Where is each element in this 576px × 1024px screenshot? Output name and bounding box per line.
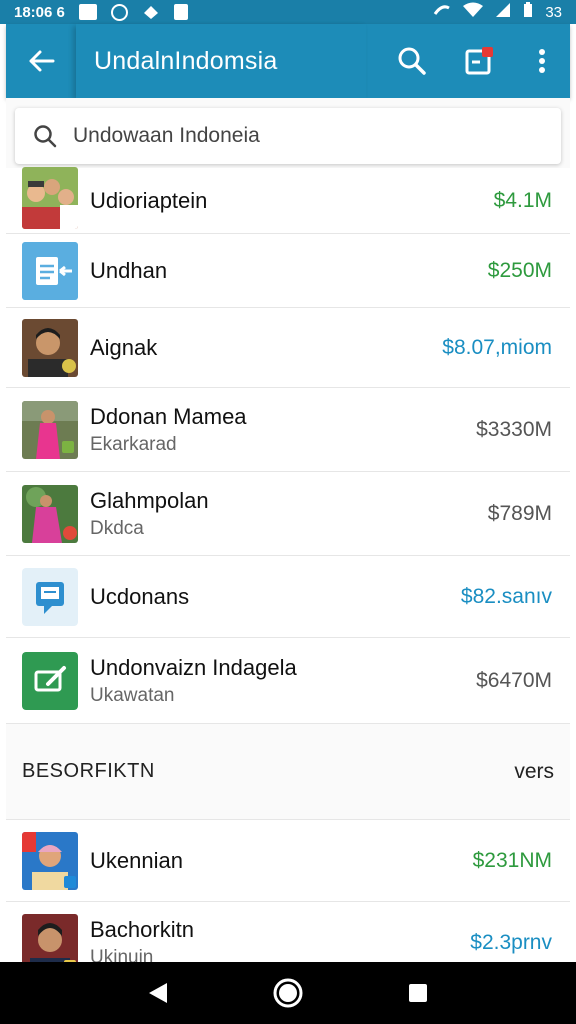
item-subtitle: Ukawatan [90,684,175,706]
item-name: Aignak [90,334,158,360]
edit-app-icon [22,651,78,710]
list-item[interactable]: Aignak $8.07,miom [6,308,570,388]
person-photo-thumbnail [22,913,78,962]
signal-icon [495,2,511,22]
item-subtitle: Dkdca [90,517,144,539]
list-item[interactable]: Undonvaizn Indagela Ukawatan $6470M [6,638,570,724]
more-vert-icon [539,49,545,73]
notes-icon [465,47,493,75]
person-photo-thumbnail [22,400,78,459]
photo-notification-icon [173,4,188,20]
item-value: $231NM [472,848,552,872]
wifi-icon [463,2,484,22]
app-bar: UndalnIndomsia [6,24,570,98]
content-area: Undowaan Indoneia Udioriaptein $4.1M Und… [6,98,570,962]
list-item[interactable]: Udioriaptein $4.1M [6,166,570,234]
nav-home-button[interactable] [223,962,353,1024]
notes-button[interactable] [446,24,514,98]
app-notification-icon [110,3,128,21]
search-icon [34,125,57,148]
chat-document-app-icon [22,567,78,626]
item-value: $8.07,miom [442,335,552,359]
list-item[interactable]: Ddonan Mamea Ekarkarad $3330M [6,388,570,472]
search-button[interactable] [378,24,446,98]
triangle-back-icon [149,983,167,1003]
person-photo-thumbnail [22,318,78,377]
item-name: Ddonan Mamea [90,403,247,429]
nav-back-button[interactable] [93,962,223,1024]
search-text: Undowaan Indoneia [73,124,260,147]
status-bar: 18:06 6 33 [0,0,576,24]
results-list: Udioriaptein $4.1M Undhan $250M Aignak $… [6,166,570,962]
square-recents-icon [409,984,427,1002]
group-photo-thumbnail [22,166,78,229]
item-subtitle: Ekarkarad [90,433,177,455]
item-name: Ucdonans [90,583,190,609]
item-name: Glahmpolan [90,487,209,513]
status-time: 18:06 6 [14,3,65,21]
battery-icon [523,2,533,22]
list-item[interactable]: Glahmpolan Dkdca $789M [6,472,570,556]
item-value: $3330M [476,417,552,441]
battery-level: 33 [545,3,562,21]
notification-icon [78,4,97,20]
list-item[interactable]: Undhan $250M [6,234,570,308]
list-item[interactable]: Ucdonans $82.sanıv [6,556,570,638]
item-value: $4.1M [493,188,552,212]
arrow-left-icon [29,50,55,72]
title-container: UndalnIndomsia [76,24,366,98]
search-icon [398,47,426,75]
search-field[interactable]: Undowaan Indoneia [15,108,561,164]
sync-icon [433,2,451,22]
list-item[interactable]: Ukennian $231NM [6,820,570,902]
item-name: Udioriaptein [90,187,208,213]
item-value: $6470M [476,668,552,692]
person-photo-thumbnail [22,831,78,890]
page-title: UndalnIndomsia [94,46,278,75]
section-header: BESORFIKTN vers [6,724,570,820]
item-name: Bachorkitn [90,916,194,942]
location-icon [142,4,160,20]
item-name: Ukennian [90,847,183,873]
item-value: $2.3prnv [470,930,552,954]
more-options-button[interactable] [514,24,570,98]
circle-home-icon [273,978,303,1008]
item-value: $789M [487,501,552,525]
item-name: Undhan [90,257,168,283]
list-item[interactable]: Bachorkitn Ukinuin $2.3prnv [6,902,570,962]
item-subtitle: Ukinuin [90,946,154,963]
section-title: BESORFIKTN [22,760,155,782]
section-link[interactable]: vers [514,760,554,784]
person-photo-thumbnail [22,484,78,543]
navigation-bar [0,962,576,1024]
document-app-icon [22,241,78,300]
back-button[interactable] [6,24,76,98]
nav-recents-button[interactable] [353,962,483,1024]
item-value: $250M [487,258,552,282]
item-value: $82.sanıv [460,584,552,608]
item-name: Undonvaizn Indagela [90,654,297,680]
